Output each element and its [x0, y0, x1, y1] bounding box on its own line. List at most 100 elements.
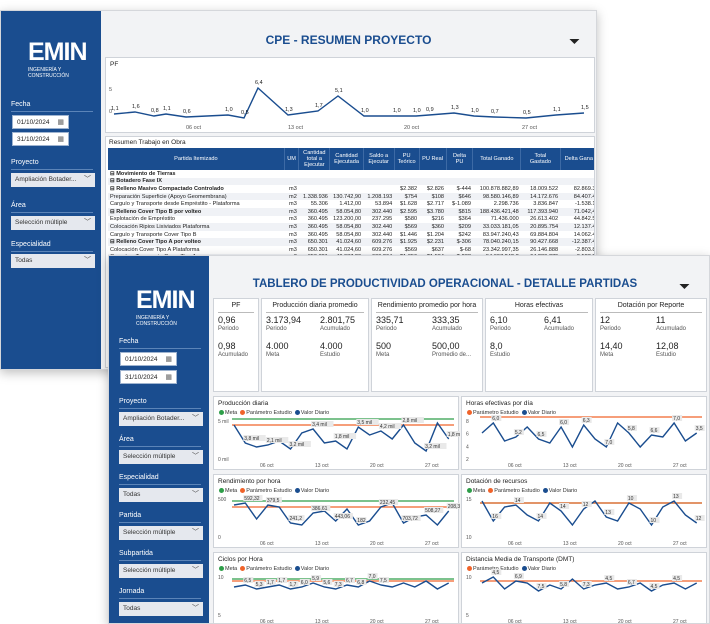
filter-dropdown[interactable]: Todas ﹀: [119, 488, 203, 502]
column-header[interactable]: Total Gastado: [520, 148, 561, 170]
table-cell: $569: [404, 246, 418, 253]
table-cell: $646: [458, 193, 471, 200]
calendar-icon[interactable]: ▦: [165, 371, 172, 385]
data-label: 5,8: [560, 582, 567, 588]
filter-dropdown[interactable]: Todas ﹀: [119, 602, 203, 616]
filter-dropdown[interactable]: Selección múltiple ﹀: [119, 526, 203, 540]
table-cell: $1.628: [399, 201, 418, 208]
kpi-value: 335,71: [376, 315, 404, 325]
table-row[interactable]: Explotación de Empréstito m3 360.495 123.20…: [108, 216, 595, 224]
data-label: 7,5: [380, 578, 387, 584]
date-from-value: 01/10/2024: [17, 119, 50, 126]
table-cell: 20.895.754: [530, 223, 559, 230]
table-cell: 82.869.3: [573, 185, 595, 192]
data-label: 1,8 mil: [448, 432, 460, 438]
data-label: 0,9: [426, 107, 434, 113]
y-tick: 500: [218, 497, 227, 503]
column-header[interactable]: Cantidad total a Ejecutar: [298, 148, 331, 170]
chart-card: Producción diaria Meta Parámetro Estudio Va…: [213, 396, 460, 470]
divider: [119, 522, 201, 523]
date-to-input[interactable]: 31/10/2024 ▦: [12, 132, 69, 146]
page-title: CPE - RESUMEN PROYECTO: [265, 33, 432, 47]
table-row[interactable]: ⊟ Movimiento de Tierras: [108, 170, 594, 178]
filter-label: Proyecto: [119, 398, 147, 405]
column-header[interactable]: Delta PU: [446, 148, 474, 170]
table-cell: [330, 185, 363, 193]
x-tick: 06 oct: [508, 619, 522, 624]
table-cell: [560, 170, 594, 178]
column-header[interactable]: PU Teórico: [394, 148, 420, 170]
date-from-input[interactable]: 01/10/2024 ▦: [12, 115, 69, 129]
data-label: 13: [673, 494, 679, 500]
filter-dropdown[interactable]: Selección múltiple ﹀: [119, 450, 203, 464]
date-to-input[interactable]: 31/10/2024 ▦: [120, 370, 177, 384]
table-cell: 360.495: [307, 216, 328, 223]
filter-sidebar: EMIN INGENIERÍA Y CONSTRUCCIÓN Fecha 01/1…: [109, 256, 209, 623]
chart-card: Distancia Media de Transporte (DMT) Parám…: [461, 552, 707, 624]
y-tick: 0: [218, 535, 221, 541]
data-label: 5,3: [256, 582, 263, 588]
table-cell: [446, 170, 473, 178]
table-cell: 44.842.5: [573, 216, 595, 223]
column-header[interactable]: Delta Gana: [560, 148, 594, 170]
x-tick: 27 oct: [522, 125, 537, 131]
table-row[interactable]: Carguío y Transporte Cover Tipo B m3 360.4…: [108, 231, 594, 239]
calendar-icon[interactable]: ▦: [57, 133, 64, 147]
table-row[interactable]: Colocación Cover Tipo A Plataforma m3 650.…: [108, 246, 595, 254]
filter-label: Especialidad: [119, 474, 159, 481]
table-cell: -2.803.8: [574, 246, 595, 253]
y-tick: 8: [466, 419, 469, 425]
clear-filter-icon[interactable]: ⏷: [679, 278, 690, 295]
table-row[interactable]: Carguío y Transporte desde Empréstito - …: [108, 200, 594, 208]
table-cell: m2: [289, 193, 297, 200]
x-tick: 13 oct: [288, 125, 303, 131]
proyecto-dropdown[interactable]: Ampliación Botader... ﹀: [11, 173, 95, 187]
area-dropdown[interactable]: Selección múltiple ﹀: [11, 216, 95, 230]
table-cell: 360.495: [307, 208, 328, 215]
column-header[interactable]: Total Ganado: [472, 148, 522, 170]
table-row[interactable]: ⊟ Relleno Cover Tipo B por volteo m3 360.4…: [108, 207, 594, 216]
calendar-icon[interactable]: ▦: [165, 353, 172, 367]
date-from-input[interactable]: 01/10/2024 ▦: [120, 352, 177, 366]
table-cell: [363, 185, 394, 193]
table-row[interactable]: Colocación Ripios Lixiviados Plataforma m…: [108, 223, 594, 231]
y-tick: 4: [466, 444, 469, 450]
data-label: 1,7: [315, 103, 323, 109]
data-label: 7,3: [583, 582, 590, 588]
column-header[interactable]: UM: [284, 148, 300, 170]
column-header[interactable]: Cantidad Ejecutada: [329, 148, 364, 170]
column-header[interactable]: Partida Itemizado: [108, 148, 285, 170]
column-header[interactable]: Saldo a Ejecutar: [363, 148, 395, 170]
table-cell: 609.276: [371, 239, 393, 246]
table-row[interactable]: ⊟ Botadero Fase IX: [108, 177, 594, 186]
x-tick: 20 oct: [618, 541, 632, 547]
table-cell: $209: [458, 223, 471, 230]
calendar-icon[interactable]: ▦: [57, 116, 64, 130]
x-tick: 06 oct: [260, 463, 274, 469]
x-tick: 06 oct: [508, 463, 522, 469]
column-header[interactable]: PU Real: [419, 148, 447, 170]
table-title: Resumen Trabajo en Obra: [109, 139, 186, 146]
table-cell: 58.054,80: [336, 223, 362, 230]
line-chart: 15 10 16 14 14 14 12 13 10 10 13 12 06 oct 13 oct 20 o…: [466, 493, 705, 547]
filter-dropdown[interactable]: Ampliación Botader... ﹀: [119, 412, 203, 426]
table-cell: $242: [458, 231, 471, 238]
kpi-value: 500,00: [432, 341, 460, 351]
table-cell: [363, 170, 394, 178]
data-label: 12: [583, 502, 589, 508]
data-label: 1,1: [553, 107, 561, 113]
y-tick: 2: [466, 457, 469, 463]
clear-filter-icon[interactable]: ⏷: [569, 33, 580, 50]
y-tick: 5: [218, 613, 221, 619]
data-label: 0,8: [151, 108, 159, 114]
table-row[interactable]: ⊟ Relleno Masivo Compactado Controlado m3…: [108, 185, 595, 193]
especialidad-dropdown[interactable]: Todas ﹀: [11, 254, 95, 268]
data-label: 1,3: [451, 105, 459, 111]
data-label: 379,5: [267, 498, 280, 504]
table-cell: 84.407.4: [573, 193, 595, 200]
table-row[interactable]: Preparación Superficie (Apoyo Geomembran…: [108, 192, 595, 201]
filter-dropdown[interactable]: Selección múltiple ﹀: [119, 564, 203, 578]
table-cell: m3: [289, 216, 297, 223]
data-label: 2,1 mil: [267, 438, 282, 444]
table-row[interactable]: ⊟ Relleno Cover Tipo A por volteo m3 650.3…: [108, 238, 594, 246]
